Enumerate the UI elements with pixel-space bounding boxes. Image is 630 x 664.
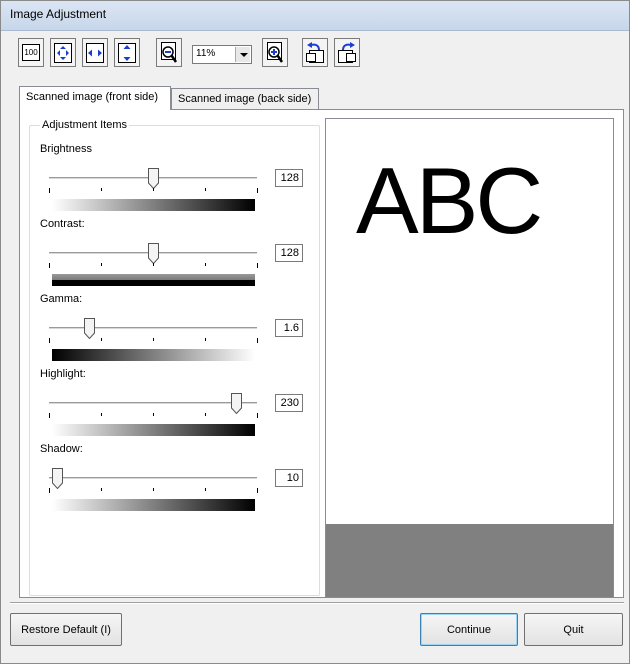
chevron-down-icon[interactable] [235,47,250,62]
fit-height-icon [118,42,136,63]
tick-mark [205,263,206,266]
preview-margin [326,524,613,597]
tick-mark [257,188,258,193]
title-bar: Image Adjustment [1,1,629,31]
brightness-gradient-bar [52,199,255,211]
fit-height-button[interactable] [114,38,140,67]
highlight-slider-track[interactable] [49,402,257,405]
adjustment-group-label: Adjustment Items [40,119,129,131]
shadow-ticks [49,488,258,493]
tab-panel: Adjustment Items Brightness 128 Contrast: 1… [19,109,624,598]
shadow-slider-thumb[interactable] [52,468,64,489]
tick-mark [257,263,258,268]
contrast-gradient-bar [52,274,255,286]
zoom-in-icon [267,41,284,63]
fit-width-icon [86,42,104,63]
gamma-value-field[interactable]: 1.6 [275,319,303,337]
tick-mark [49,263,50,268]
gamma-slider-thumb[interactable] [83,318,95,339]
divider [10,602,624,604]
gamma-ticks [49,338,258,343]
quit-button[interactable]: Quit [524,613,623,646]
tab-front-side[interactable]: Scanned image (front side) [19,86,171,110]
highlight-slider-thumb[interactable] [231,393,243,414]
tab-back-side[interactable]: Scanned image (back side) [171,88,319,110]
restore-default-button[interactable]: Restore Default (I) [10,613,122,646]
tab-back-side-label: Scanned image (back side) [178,93,312,105]
zoom-out-button[interactable] [156,38,182,67]
tick-mark [49,413,50,418]
shadow-label: Shadow: [40,443,83,455]
actual-size-icon: 100 [22,44,40,61]
tab-front-side-label: Scanned image (front side) [26,91,159,103]
adjustment-group: Adjustment Items Brightness 128 Contrast: 1… [29,119,320,596]
tick-mark [153,488,154,491]
window-title: Image Adjustment [10,7,107,21]
rotate-left-icon [306,41,324,63]
contrast-label: Contrast: [40,218,85,230]
rotate-left-button[interactable] [302,38,328,67]
contrast-slider-thumb[interactable] [148,243,159,264]
tick-mark [205,413,206,416]
gamma-label: Gamma: [40,293,83,305]
preview-page: ABC [326,119,613,524]
tick-mark [101,488,102,491]
brightness-label: Brightness [40,143,92,155]
fit-width-button[interactable] [82,38,108,67]
shadow-value-field[interactable]: 10 [275,469,303,487]
highlight-label: Highlight: [40,368,86,380]
zoom-select[interactable]: 11% [192,45,252,64]
tick-mark [49,188,50,193]
tick-mark [205,488,206,491]
tick-mark [257,338,258,343]
tick-mark [101,413,102,416]
gamma-slider-track[interactable] [49,327,257,330]
tick-mark [205,338,206,341]
highlight-ticks [49,413,258,418]
restore-default-label: Restore Default (I) [21,623,111,636]
fit-page-icon [54,42,72,63]
tick-mark [153,338,154,341]
actual-size-button[interactable]: 100 [18,38,44,67]
brightness-slider-thumb[interactable] [148,168,159,189]
continue-button[interactable]: Continue [420,613,518,646]
tick-mark [153,263,154,266]
image-preview: ABC [325,118,614,598]
shadow-slider-track[interactable] [49,477,257,480]
tick-mark [153,413,154,416]
rotate-right-icon [338,41,356,63]
brightness-value-field[interactable]: 128 [275,169,303,187]
shadow-gradient-bar [52,499,255,511]
tick-mark [153,188,154,191]
tick-mark [49,338,50,343]
tick-mark [101,263,102,266]
zoom-value: 11% [196,48,216,59]
tick-mark [257,413,258,418]
fit-page-button[interactable] [50,38,76,67]
zoom-out-icon [161,41,178,63]
brightness-ticks [49,188,258,193]
tick-mark [257,488,258,493]
quit-label: Quit [563,623,584,636]
gamma-gradient-bar [52,349,255,361]
highlight-value-field[interactable]: 230 [275,394,303,412]
contrast-ticks [49,263,258,268]
continue-label: Continue [446,623,492,636]
tick-mark [101,188,102,191]
contrast-value-field[interactable]: 128 [275,244,303,262]
highlight-gradient-bar [52,424,255,436]
rotate-right-button[interactable] [334,38,360,67]
tick-mark [101,338,102,341]
image-adjustment-window: Image Adjustment 100 11% Scanned image (… [0,0,630,664]
tick-mark [49,488,50,493]
tick-mark [205,188,206,191]
zoom-in-button[interactable] [262,38,288,67]
preview-text: ABC [356,148,543,253]
